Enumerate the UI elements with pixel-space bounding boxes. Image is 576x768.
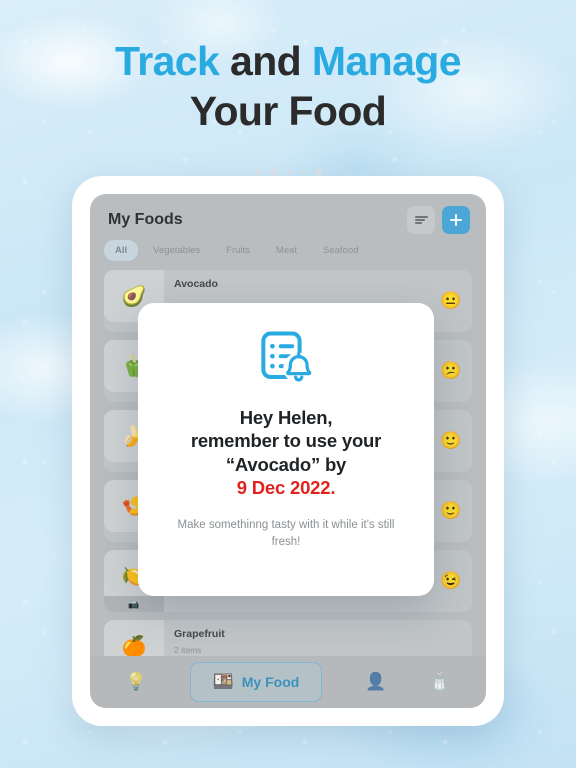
nav-account[interactable]: 👤 — [365, 672, 386, 692]
status-badge: 😉 — [440, 571, 462, 590]
nav-my-food-label: My Food — [241, 674, 300, 690]
camera-icon[interactable]: 📷 — [104, 596, 164, 612]
status-badge: 😐 — [440, 291, 462, 310]
nav-tools[interactable]: 🧂 — [429, 672, 450, 692]
promo-screenshot: Track and Manage Your Food My Foods All … — [0, 0, 576, 768]
food-tray-icon: 🍱 — [212, 672, 234, 691]
app-header: My Foods All Vegetables Fruits Meat Seaf… — [90, 194, 486, 264]
lightbulb-icon: 💡 — [125, 672, 147, 691]
status-badge: 🙂 — [440, 431, 462, 450]
user-settings-icon: 👤 — [365, 672, 387, 691]
nav-tips[interactable]: 💡 — [125, 672, 146, 692]
grater-icon: 🧂 — [429, 672, 451, 691]
food-name: Grapefruit — [174, 628, 225, 640]
app-title: My Foods — [108, 211, 183, 228]
sort-icon[interactable] — [407, 206, 435, 234]
carousel-dot — [314, 168, 322, 176]
reminder-title: Hey Helen, remember to use your “Avocado… — [160, 406, 412, 500]
reminder-body-line1: Make somethinng tasty with it while — [177, 518, 358, 531]
food-item-count: 2 items — [174, 645, 202, 655]
status-badge: 🙂 — [440, 501, 462, 520]
carousel-dot — [287, 170, 292, 174]
headline-and: and — [219, 38, 312, 84]
headline-track: Track — [115, 38, 220, 84]
header-actions — [407, 206, 470, 234]
reminder-dialog: Hey Helen, remember to use your “Avocado… — [138, 303, 434, 596]
tab-fruits[interactable]: Fruits — [215, 240, 261, 261]
checklist-bell-icon — [160, 329, 412, 387]
reminder-line3: “Avocado” by — [225, 453, 347, 475]
add-food-button[interactable] — [442, 206, 470, 234]
reminder-date: 9 Dec 2022. — [236, 477, 336, 499]
carousel-dots — [72, 166, 504, 178]
reminder-body: Make somethinng tasty with it while it's… — [160, 517, 412, 552]
carousel-dot — [254, 169, 261, 175]
reminder-line2: remember to use your — [190, 430, 382, 452]
tab-meat[interactable]: Meat — [265, 240, 308, 261]
headline-your-food: Your Food — [189, 88, 387, 135]
bottom-navigation: 💡 🍱 My Food 👤 🧂 — [90, 656, 486, 708]
carousel-dot — [270, 168, 278, 176]
food-name: Avocado — [174, 278, 218, 290]
tab-seafood[interactable]: Seafood — [312, 240, 369, 261]
nav-my-food[interactable]: 🍱 My Food — [189, 662, 323, 702]
carousel-dot — [301, 170, 305, 174]
page-title: Track and Manage Your Food — [0, 38, 576, 135]
tab-all[interactable]: All — [104, 240, 139, 261]
tab-vegetables[interactable]: Vegetables — [142, 240, 211, 261]
reminder-greeting: Hey Helen, — [239, 407, 333, 428]
category-tabs: All Vegetables Fruits Meat Seafood — [104, 240, 369, 261]
status-badge: 😕 — [440, 361, 462, 380]
headline-manage: Manage — [311, 38, 462, 84]
